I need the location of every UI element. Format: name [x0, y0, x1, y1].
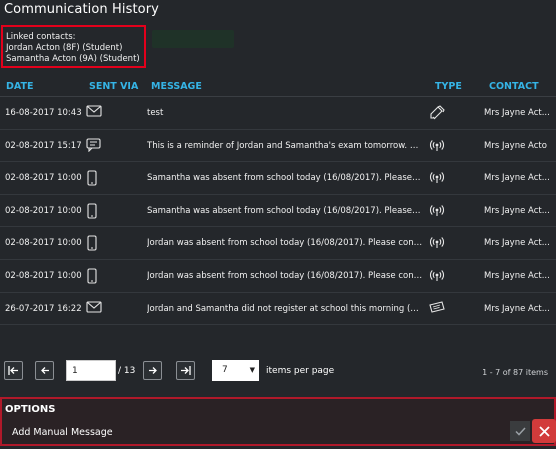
- column-header-type[interactable]: TYPE: [435, 81, 462, 92]
- table-row[interactable]: 16-08-2017 10:43 test Mrs Jayne Act...: [0, 97, 556, 130]
- first-page-button[interactable]: [4, 361, 23, 380]
- close-icon: [538, 425, 550, 437]
- table-row[interactable]: 02-08-2017 15:17 This is a reminder of Jo…: [0, 130, 556, 163]
- pagination-bar: / 13 7 ▼ items per page 1 - 7 of 87 item…: [0, 357, 556, 385]
- cell-date: 02-08-2017 15:17: [5, 140, 82, 151]
- page-title: Communication History: [4, 2, 159, 17]
- items-range: 1 - 7 of 87 items: [482, 368, 548, 377]
- cell-date: 02-08-2017 10:00: [5, 205, 82, 216]
- cell-date: 02-08-2017 10:00: [5, 270, 82, 281]
- column-header-message[interactable]: MESSAGE: [151, 81, 202, 92]
- cell-date: 02-08-2017 10:00: [5, 173, 82, 184]
- table-row[interactable]: 02-08-2017 10:00 Samantha was absent from…: [0, 162, 556, 195]
- cell-contact: Mrs Jayne Act...: [484, 238, 550, 249]
- cell-message: Jordan was absent from school today (16/…: [147, 238, 423, 249]
- broadcast-icon: [429, 170, 447, 186]
- confirm-button[interactable]: [510, 421, 530, 441]
- linked-contact-item: Jordan Acton (8F) (Student): [6, 43, 123, 53]
- items-per-page-value: 7: [222, 365, 228, 375]
- broadcast-icon: [429, 138, 447, 154]
- table-row[interactable]: 02-08-2017 10:00 Jordan was absent from s…: [0, 260, 556, 293]
- add-manual-message-option[interactable]: Add Manual Message: [12, 427, 113, 438]
- items-per-page-select[interactable]: 7 ▼: [212, 360, 259, 381]
- ticket-icon: [429, 300, 447, 317]
- table-row[interactable]: 26-07-2017 16:22 Jordan and Samantha did …: [0, 293, 556, 326]
- next-page-button[interactable]: [143, 361, 162, 380]
- options-panel: OPTIONS Add Manual Message: [0, 397, 556, 446]
- broadcast-icon: [429, 203, 447, 219]
- cell-contact: Mrs Jayne Act...: [484, 173, 550, 184]
- table-row[interactable]: 02-08-2017 10:00 Samantha was absent from…: [0, 195, 556, 228]
- mobile-icon: [86, 203, 104, 219]
- cell-contact: Mrs Jayne Acto: [484, 140, 547, 151]
- page-number-input[interactable]: [66, 360, 116, 381]
- email-icon: [86, 301, 104, 317]
- previous-page-button[interactable]: [35, 361, 54, 380]
- cell-message: Samantha was absent from school today (1…: [147, 173, 423, 184]
- page-total: / 13: [118, 366, 136, 376]
- mobile-icon: [86, 268, 104, 284]
- check-icon: [514, 426, 526, 436]
- options-title: OPTIONS: [5, 404, 56, 415]
- last-page-button[interactable]: [176, 361, 195, 380]
- cell-date: 16-08-2017 10:43: [5, 108, 82, 118]
- broadcast-icon: [429, 268, 447, 284]
- cell-contact: Mrs Jayne Act...: [484, 108, 550, 118]
- arrow-left-icon: [40, 367, 49, 374]
- broadcast-icon: [429, 235, 447, 251]
- cell-message: Jordan and Samantha did not register at …: [147, 303, 423, 314]
- column-header-sent-via[interactable]: SENT VIA: [89, 81, 138, 92]
- last-page-icon: [181, 366, 191, 375]
- cell-message: test: [147, 108, 164, 118]
- items-per-page-label: items per page: [266, 366, 335, 376]
- cell-date: 02-08-2017 10:00: [5, 238, 82, 249]
- first-page-icon: [8, 366, 18, 375]
- cell-message: Samantha was absent from school today (1…: [147, 205, 423, 216]
- column-header-contact[interactable]: CONTACT: [489, 81, 539, 92]
- background-button-ghost: [152, 30, 234, 48]
- caret-down-icon: ▼: [249, 366, 255, 374]
- cell-date: 26-07-2017 16:22: [5, 303, 82, 314]
- email-icon: [86, 105, 104, 121]
- linked-contact-item: Samantha Acton (9A) (Student): [6, 54, 140, 64]
- arrow-right-icon: [148, 367, 157, 374]
- cell-message: This is a reminder of Jordan and Samanth…: [147, 140, 423, 151]
- chat-icon: [86, 138, 104, 154]
- mobile-icon: [86, 235, 104, 251]
- cell-contact: Mrs Jayne Act...: [484, 303, 550, 314]
- column-header-date[interactable]: DATE: [6, 81, 33, 92]
- cell-message: Jordan was absent from school today (16/…: [147, 270, 423, 281]
- cell-contact: Mrs Jayne Act...: [484, 270, 550, 281]
- manual-message-icon: [429, 105, 447, 121]
- linked-contacts-box: Linked contacts: Jordan Acton (8F) (Stud…: [1, 25, 146, 68]
- history-table-body: 16-08-2017 10:43 test Mrs Jayne Act... 02-0…: [0, 97, 556, 326]
- cell-contact: Mrs Jayne Act...: [484, 205, 550, 216]
- table-row[interactable]: 02-08-2017 10:00 Jordan was absent from s…: [0, 227, 556, 260]
- linked-contacts-heading: Linked contacts:: [6, 32, 76, 42]
- close-button[interactable]: [532, 419, 556, 443]
- mobile-icon: [86, 170, 104, 186]
- table-header: DATE SENT VIA MESSAGE TYPE CONTACT: [0, 76, 556, 98]
